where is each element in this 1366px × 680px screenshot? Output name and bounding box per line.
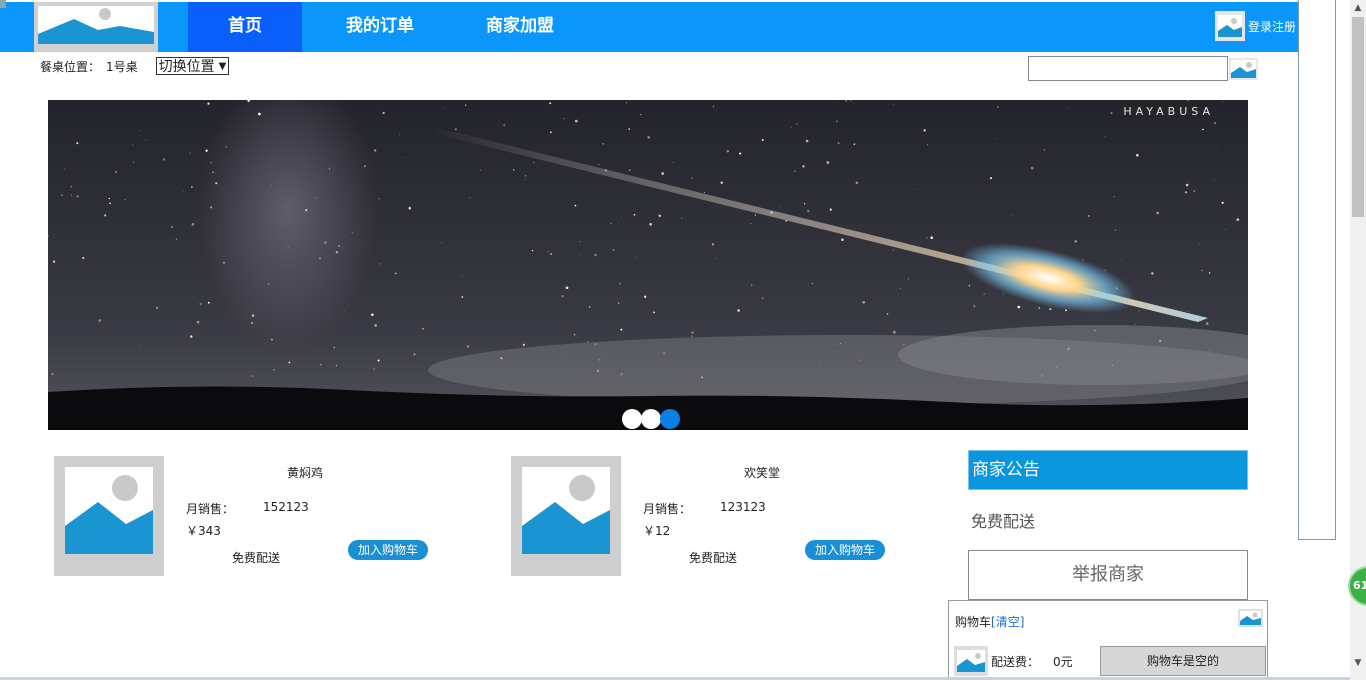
window-corner [0, 0, 6, 8]
product-name[interactable]: 黄焖鸡 [287, 464, 323, 481]
banner-image [48, 100, 1248, 430]
search-input[interactable] [1028, 56, 1228, 81]
merchant-notice-text: 免费配送 [971, 512, 1036, 531]
delivery-info: 免费配送 [232, 551, 281, 565]
shopping-cart-panel: 购物车[清空] 配送费： 0元 购物车是空的 [948, 600, 1268, 680]
nav-my-orders[interactable]: 我的订单 [330, 2, 430, 52]
image-placeholder-icon [1231, 60, 1256, 78]
monthly-sales-value: 152123 [263, 500, 309, 514]
seat-label: 餐桌位置： [40, 59, 101, 74]
cart-clear-link[interactable]: [清空] [991, 615, 1024, 629]
product-card: 黄焖鸡 月销售： 152123 ￥343 免费配送 加入购物车 [54, 456, 444, 576]
carousel-dot-3[interactable] [660, 409, 680, 429]
side-frame [1298, 0, 1336, 540]
switch-seat-select[interactable]: 切换位置 ▼ [155, 57, 230, 75]
scroll-up-icon[interactable]: ▲ [1350, 0, 1366, 17]
add-to-cart-button[interactable]: 加入购物车 [348, 540, 428, 560]
product-price: ￥12 [643, 524, 671, 538]
image-placeholder-icon [522, 467, 610, 554]
cart-toggle-icon[interactable] [1238, 609, 1263, 627]
product-image[interactable] [54, 456, 164, 576]
product-card: 欢笑堂 月销售： 123123 ￥12 免费配送 加入购物车 [511, 456, 901, 576]
login-register[interactable]: 登录注册 [1214, 10, 1296, 42]
product-price: ￥343 [186, 524, 221, 538]
login-register-link[interactable]: 登录注册 [1248, 18, 1296, 35]
monthly-sales-label: 月销售： [643, 502, 692, 516]
scroll-down-icon[interactable]: ▼ [1350, 655, 1366, 672]
avatar-icon [1214, 11, 1245, 41]
delivery-fee-label: 配送费： [991, 655, 1040, 669]
report-merchant-button[interactable]: 举报商家 [968, 550, 1248, 600]
product-name[interactable]: 欢笑堂 [744, 464, 780, 481]
merchant-notice-title: 商家公告 [968, 450, 1248, 490]
table-position-row: 餐桌位置： 1号桌 切换位置 ▼ [40, 56, 230, 76]
carousel-dots [622, 409, 680, 429]
search-button[interactable] [1229, 58, 1258, 80]
monthly-sales-value: 123123 [720, 500, 766, 514]
cart-title-label: 购物车 [955, 615, 992, 629]
nav-home[interactable]: 首页 [188, 2, 302, 52]
delivery-fee-value: 0元 [1053, 655, 1073, 669]
product-image[interactable] [511, 456, 621, 576]
nav-merchant-join[interactable]: 商家加盟 [470, 2, 570, 52]
cart-checkout-button[interactable]: 购物车是空的 [1100, 646, 1266, 676]
seat-value: 1号桌 [106, 59, 138, 74]
cart-title: 购物车[清空] [955, 613, 1024, 630]
image-placeholder-icon [38, 6, 154, 44]
switch-seat-option: 切换位置 [158, 59, 215, 75]
chevron-down-icon: ▼ [218, 60, 227, 72]
delivery-info: 免费配送 [689, 551, 738, 565]
scroll-thumb[interactable] [1352, 17, 1364, 217]
carousel-dot-2[interactable] [641, 409, 661, 429]
monthly-sales-label: 月销售： [186, 502, 235, 516]
banner-caption: HAYABUSA [1123, 105, 1214, 118]
cart-icon[interactable] [954, 646, 988, 676]
image-placeholder-icon [65, 467, 153, 554]
add-to-cart-button[interactable]: 加入购物车 [805, 540, 885, 560]
banner-carousel[interactable]: HAYABUSA [48, 100, 1248, 430]
site-logo[interactable] [34, 2, 158, 52]
carousel-dot-1[interactable] [622, 409, 642, 429]
top-nav-bar: 首页 我的订单 商家加盟 登录注册 [0, 0, 1300, 52]
